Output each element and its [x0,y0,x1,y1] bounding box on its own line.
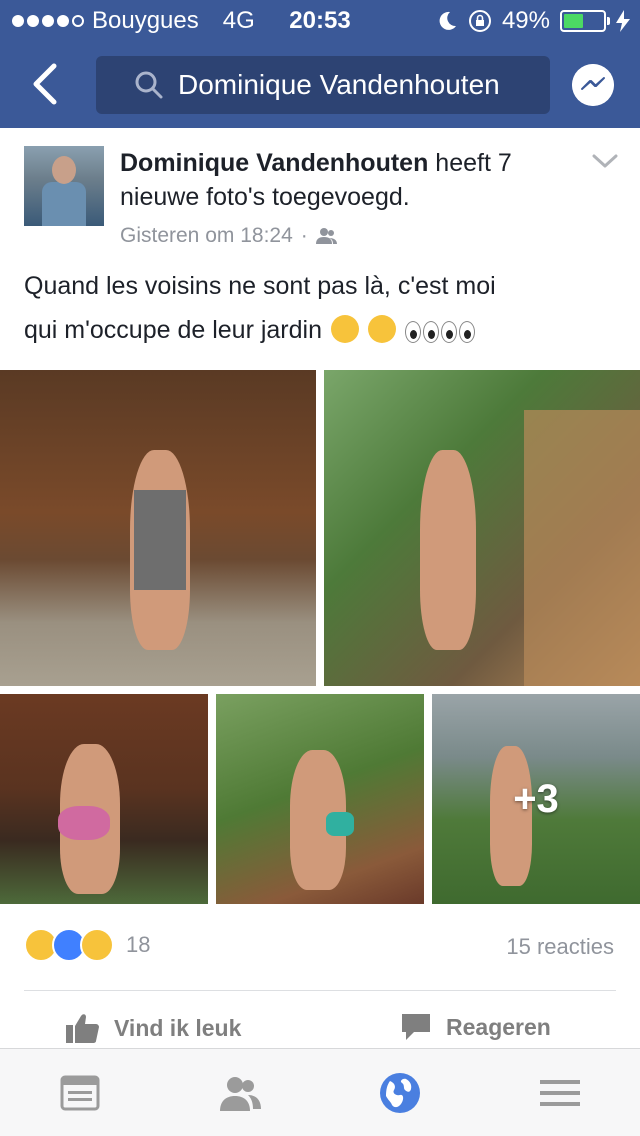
status-bar: Bouygues 4G 20:53 49% [0,0,640,40]
reactions-summary[interactable]: 18 [24,928,150,962]
friend-requests-icon[interactable] [218,1071,262,1115]
comment-count[interactable]: 15 reacties [506,934,614,960]
menu-icon[interactable] [538,1071,582,1115]
post-meta: Gisteren om 18:24 · [120,224,338,248]
eyes-emoji-icon [440,321,457,343]
reaction-count: 18 [126,932,151,957]
post-photo-3[interactable] [0,694,208,904]
nav-bar: Dominique Vandenhouten [0,40,640,128]
post-photo-1[interactable] [0,370,316,686]
like-label: Vind ik leuk [114,1014,242,1041]
chevron-down-icon[interactable] [592,154,618,168]
charging-icon [616,10,630,32]
message-line-2: qui m'occupe de leur jardin [24,308,614,352]
comment-label: Reageren [446,1013,551,1040]
moon-icon [439,11,456,30]
globe-icon[interactable] [378,1071,422,1115]
search-icon [135,71,163,99]
timestamp[interactable]: Gisteren om 18:24 [120,224,293,248]
eyes-emoji-icon [458,321,475,343]
comment-button[interactable]: Reageren [400,1012,551,1042]
search-text: Dominique Vandenhouten [178,69,500,100]
post-actions: Vind ik leuk Reageren [0,1004,640,1054]
avatar[interactable] [24,146,104,226]
messenger-icon[interactable] [572,64,614,106]
laughing-emoji-icon [330,315,359,343]
like-button[interactable]: Vind ik leuk [66,1012,241,1044]
friends-icon [315,228,337,244]
status-right: 49% [436,7,630,35]
post-header: Dominique Vandenhouten heeft 7 nieuwe fo… [120,146,590,214]
eyes-emoji-icon [422,321,439,343]
author-name[interactable]: Dominique Vandenhouten [120,149,428,177]
post-message: Quand les voisins ne sont pas là, c'est … [24,264,614,352]
post-photo-2[interactable] [324,370,640,686]
divider [24,990,616,991]
thumbs-up-icon [66,1014,99,1043]
battery-icon [560,10,610,32]
tongue-emoji-icon [367,315,396,343]
message-line-1: Quand les voisins ne sont pas là, c'est … [24,272,496,300]
more-photos-overlay[interactable]: +3 [432,694,640,904]
search-field[interactable]: Dominique Vandenhouten [96,56,550,114]
tab-bar [0,1048,640,1136]
news-feed-icon[interactable] [58,1071,102,1115]
eyes-emoji-icon [404,321,421,343]
back-arrow-icon[interactable] [26,60,66,108]
wow-reaction-icon [80,928,114,962]
comment-icon [402,1014,430,1040]
message-line-2-text: qui m'occupe de leur jardin [24,316,322,344]
battery-percent: 49% [501,7,550,34]
meta-separator: · [300,224,308,247]
post-photo-4[interactable] [216,694,424,904]
rotation-lock-icon [468,10,491,32]
